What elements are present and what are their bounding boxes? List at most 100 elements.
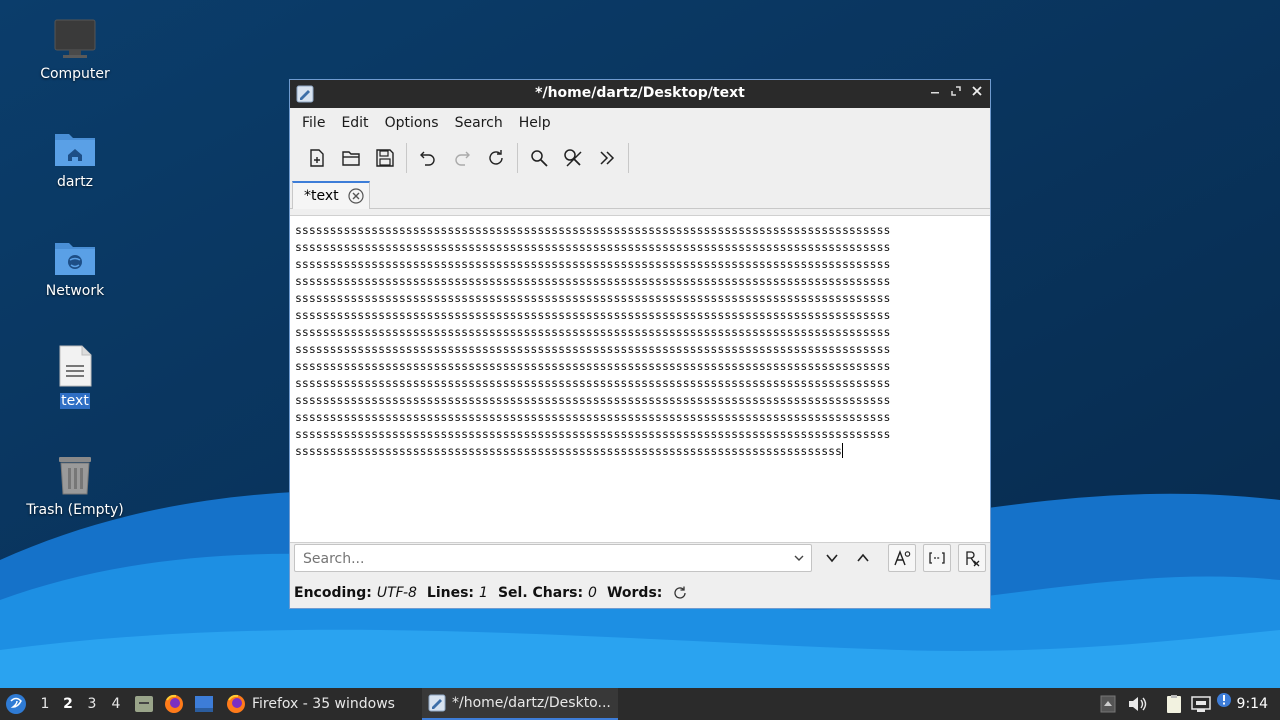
desktop-icon-label: dartz: [56, 174, 94, 190]
task-label: */home/dartz/Deskto...: [452, 695, 611, 711]
save-button[interactable]: [368, 141, 402, 175]
text-editor-icon: [428, 694, 446, 712]
menu-bar: File Edit Options Search Help: [290, 108, 990, 138]
workspace-2[interactable]: 2: [60, 696, 76, 712]
whole-word-icon: [929, 552, 945, 564]
text-editor-area[interactable]: ssssssssssssssssssssssssssssssssssssssss…: [290, 215, 990, 543]
find-button[interactable]: [522, 141, 556, 175]
editor-text: ssssssssssssssssssssssssssssssssssssssss…: [295, 222, 985, 460]
desktop-icon-text[interactable]: text: [15, 345, 135, 409]
clipboard-icon[interactable]: [1165, 694, 1183, 714]
open-file-button[interactable]: [334, 141, 368, 175]
menu-search[interactable]: Search: [447, 115, 511, 131]
match-case-icon: [894, 550, 911, 566]
workspace-1[interactable]: 1: [37, 696, 53, 712]
find-icon: [531, 150, 548, 167]
close-button[interactable]: [968, 84, 986, 102]
taskbar-task-firefox[interactable]: Firefox - 35 windows: [222, 688, 418, 720]
volume-icon[interactable]: [1127, 695, 1147, 713]
firefox-icon: [227, 694, 245, 713]
replace-button[interactable]: [556, 141, 590, 175]
toolbar: [290, 138, 990, 178]
home-folder-icon: [55, 134, 95, 166]
desktop-icon-network[interactable]: Network: [15, 237, 135, 299]
search-input[interactable]: [301, 548, 785, 570]
toolbar-separator: [517, 143, 518, 173]
search-bar: [290, 544, 990, 576]
open-file-icon: [342, 151, 360, 166]
editor-line: ssssssssssssssssssssssssssssssssssssssss…: [295, 257, 891, 271]
editor-line: ssssssssssssssssssssssssssssssssssssssss…: [295, 376, 891, 390]
chevron-down-icon: [826, 554, 838, 563]
clock[interactable]: 9:14: [1237, 696, 1268, 712]
words-label: Words:: [606, 585, 663, 601]
tab-bar: *text: [290, 178, 990, 209]
desktop-icon-dartz[interactable]: dartz: [15, 128, 135, 190]
find-next-button[interactable]: [818, 544, 846, 572]
taskbar-task-text-editor[interactable]: */home/dartz/Deskto...: [422, 688, 618, 720]
find-previous-button[interactable]: [849, 544, 877, 572]
firefox-icon[interactable]: [164, 694, 184, 714]
toolbar-separator: [406, 143, 407, 173]
window-titlebar[interactable]: */home/dartz/Desktop/text: [290, 80, 990, 108]
lines-label: Lines:: [426, 585, 475, 601]
redo-icon: [455, 151, 470, 166]
search-field[interactable]: [294, 544, 812, 572]
editor-line: ssssssssssssssssssssssssssssssssssssssss…: [295, 240, 891, 254]
menu-file[interactable]: File: [294, 115, 333, 131]
editor-line: ssssssssssssssssssssssssssssssssssssssss…: [295, 359, 891, 373]
chevron-up-icon: [857, 553, 869, 562]
menu-help[interactable]: Help: [511, 115, 559, 131]
start-menu-icon[interactable]: [5, 693, 27, 715]
close-tab-icon[interactable]: [348, 188, 364, 204]
desktop-icon-label: text: [60, 393, 90, 409]
computer-icon: [54, 19, 96, 58]
editor-line: ssssssssssssssssssssssssssssssssssssssss…: [295, 223, 891, 237]
toolbar-separator: [628, 143, 629, 173]
minimize-button[interactable]: [926, 84, 944, 102]
undo-icon: [420, 151, 435, 166]
more-tools-button[interactable]: [590, 141, 624, 175]
text-cursor: [841, 443, 843, 458]
sel-chars-value: 0: [588, 585, 597, 601]
notification-icon[interactable]: [1216, 692, 1232, 708]
desktop-icon-trash[interactable]: Trash (Empty): [15, 454, 135, 518]
refresh-word-count-icon[interactable]: [673, 586, 687, 600]
reload-icon: [489, 150, 503, 165]
minimize-icon: [931, 92, 939, 94]
save-icon: [376, 149, 394, 167]
desktop-icon-label: Computer: [40, 66, 110, 82]
whole-word-button[interactable]: [923, 544, 951, 572]
chevron-down-icon[interactable]: [793, 552, 805, 564]
file-manager-icon[interactable]: [134, 695, 154, 713]
match-case-button[interactable]: [888, 544, 916, 572]
undo-button[interactable]: [411, 141, 445, 175]
desktop-icon[interactable]: [194, 695, 214, 713]
editor-line: ssssssssssssssssssssssssssssssssssssssss…: [295, 274, 891, 288]
menu-edit[interactable]: Edit: [333, 115, 376, 131]
tray-expand-icon[interactable]: [1100, 695, 1116, 713]
desktop-icon-label: Network: [45, 283, 105, 299]
reload-button[interactable]: [479, 141, 513, 175]
sel-chars-label: Sel. Chars:: [497, 585, 584, 601]
editor-line: ssssssssssssssssssssssssssssssssssssssss…: [295, 393, 891, 407]
regex-icon: [966, 551, 980, 567]
new-file-button[interactable]: [300, 141, 334, 175]
network-icon[interactable]: [1191, 695, 1211, 713]
redo-button[interactable]: [445, 141, 479, 175]
editor-line: ssssssssssssssssssssssssssssssssssssssss…: [295, 325, 891, 339]
desktop-icon-computer[interactable]: Computer: [15, 18, 135, 82]
task-label: Firefox - 35 windows: [252, 696, 395, 712]
status-bar: Encoding: UTF-8 Lines: 1 Sel. Chars: 0 W…: [294, 583, 687, 603]
maximize-button[interactable]: [947, 84, 965, 102]
trash-icon: [59, 457, 91, 495]
menu-options[interactable]: Options: [377, 115, 447, 131]
tab-text[interactable]: *text: [292, 181, 370, 209]
workspace-3[interactable]: 3: [84, 696, 100, 712]
text-file-icon: [59, 345, 92, 387]
tab-label: *text: [304, 188, 339, 204]
taskbar: 1 2 3 4 Firefox - 35 windows */home/dart…: [0, 688, 1280, 720]
close-icon: [972, 86, 982, 96]
regex-button[interactable]: [958, 544, 986, 572]
workspace-4[interactable]: 4: [108, 696, 124, 712]
